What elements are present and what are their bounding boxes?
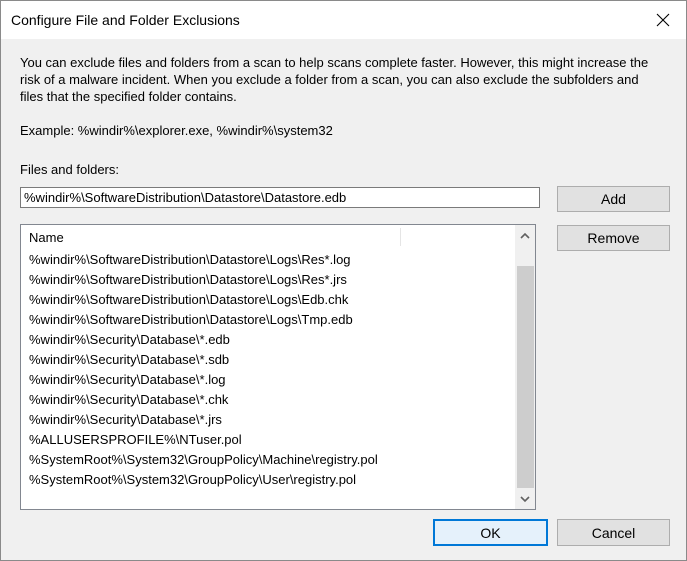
exclusions-dialog: Configure File and Folder Exclusions You… <box>0 0 687 561</box>
remove-button[interactable]: Remove <box>557 225 670 251</box>
list-item[interactable]: %windir%\SoftwareDistribution\Datastore\… <box>21 250 512 270</box>
scroll-down-button[interactable] <box>515 489 535 509</box>
files-and-folders-label: Files and folders: <box>20 162 119 177</box>
cancel-button[interactable]: Cancel <box>557 519 670 546</box>
list-rows: %windir%\SoftwareDistribution\Datastore\… <box>21 250 512 490</box>
chevron-up-icon <box>520 232 530 239</box>
column-header-name[interactable]: Name <box>29 230 64 245</box>
chevron-down-icon <box>520 495 530 502</box>
add-button[interactable]: Add <box>557 186 670 212</box>
column-divider[interactable] <box>400 228 401 246</box>
description-text: You can exclude files and folders from a… <box>20 55 649 104</box>
list-item[interactable]: %windir%\Security\Database\*.log <box>21 370 512 390</box>
list-item[interactable]: %windir%\SoftwareDistribution\Datastore\… <box>21 270 512 290</box>
list-item[interactable]: %SystemRoot%\System32\GroupPolicy\Machin… <box>21 450 512 470</box>
close-button[interactable] <box>640 1 686 39</box>
vertical-scrollbar[interactable] <box>515 225 535 509</box>
scroll-thumb[interactable] <box>517 266 534 488</box>
list-item[interactable]: %windir%\SoftwareDistribution\Datastore\… <box>21 310 512 330</box>
list-item[interactable]: %SystemRoot%\System32\GroupPolicy\User\r… <box>21 470 512 490</box>
example-text: Example: %windir%\explorer.exe, %windir%… <box>20 123 333 138</box>
list-item[interactable]: %windir%\SoftwareDistribution\Datastore\… <box>21 290 512 310</box>
list-item[interactable]: %windir%\Security\Database\*.jrs <box>21 410 512 430</box>
list-item[interactable]: %ALLUSERSPROFILE%\NTuser.pol <box>21 430 512 450</box>
list-item[interactable]: %windir%\Security\Database\*.edb <box>21 330 512 350</box>
title-bar[interactable]: Configure File and Folder Exclusions <box>1 1 686 39</box>
list-item[interactable]: %windir%\Security\Database\*.chk <box>21 390 512 410</box>
list-header: Name <box>21 225 512 249</box>
list-item[interactable]: %windir%\Security\Database\*.sdb <box>21 350 512 370</box>
ok-button[interactable]: OK <box>433 519 548 546</box>
scroll-up-button[interactable] <box>515 225 535 245</box>
exclusions-list[interactable]: Name %windir%\SoftwareDistribution\Datas… <box>20 224 536 510</box>
path-input[interactable] <box>20 187 540 208</box>
close-icon <box>656 13 670 27</box>
dialog-title: Configure File and Folder Exclusions <box>11 12 240 28</box>
